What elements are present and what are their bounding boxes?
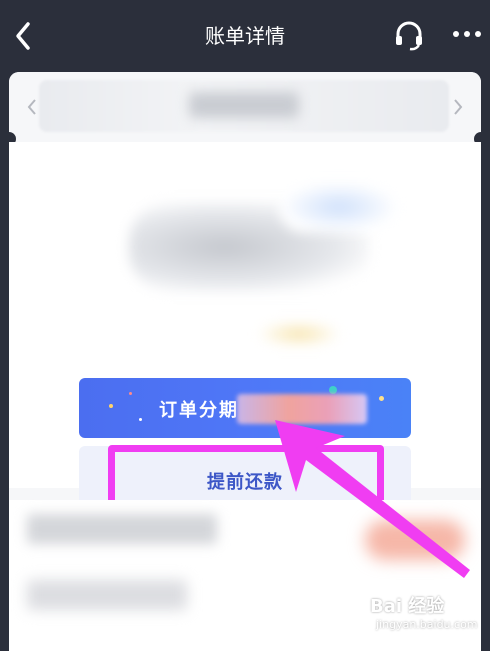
baidu-jingyan-watermark: Bai 经验 jingyan.baidu.com — [370, 592, 478, 631]
sparkle-decoration — [129, 392, 132, 395]
chevron-right-icon — [454, 99, 463, 115]
detail-row-blurred — [27, 514, 217, 544]
installment-label: 订单分期 — [159, 400, 239, 421]
sparkle-decoration — [379, 396, 384, 401]
sparkle-decoration — [109, 404, 113, 408]
month-switcher — [9, 72, 481, 142]
next-month-button[interactable] — [447, 92, 467, 122]
top-nav-bar: 账单详情 — [0, 0, 490, 72]
watermark-url: jingyan.baidu.com — [376, 618, 478, 631]
detail-row-blurred — [27, 580, 187, 610]
headset-icon — [396, 21, 422, 51]
bill-card: 订单分期 提前还款 — [9, 72, 481, 651]
detail-badge-blurred — [365, 520, 465, 560]
installment-amount-blurred — [237, 394, 367, 424]
bill-summary-panel: 订单分期 提前还款 — [9, 142, 481, 512]
sparkle-decoration — [139, 418, 142, 421]
customer-service-button[interactable] — [392, 18, 426, 52]
chevron-left-icon — [27, 99, 36, 115]
month-label-blurred — [189, 92, 299, 118]
amount-decoration-blurred — [279, 182, 399, 232]
more-icon — [453, 31, 481, 37]
watermark-logo: Bai 经验 — [370, 596, 445, 617]
sparkle-decoration — [329, 386, 337, 394]
previous-month-button[interactable] — [23, 92, 43, 122]
more-menu-button[interactable] — [450, 22, 486, 46]
due-date-blurred — [259, 322, 339, 346]
order-installment-button[interactable]: 订单分期 — [79, 378, 411, 438]
